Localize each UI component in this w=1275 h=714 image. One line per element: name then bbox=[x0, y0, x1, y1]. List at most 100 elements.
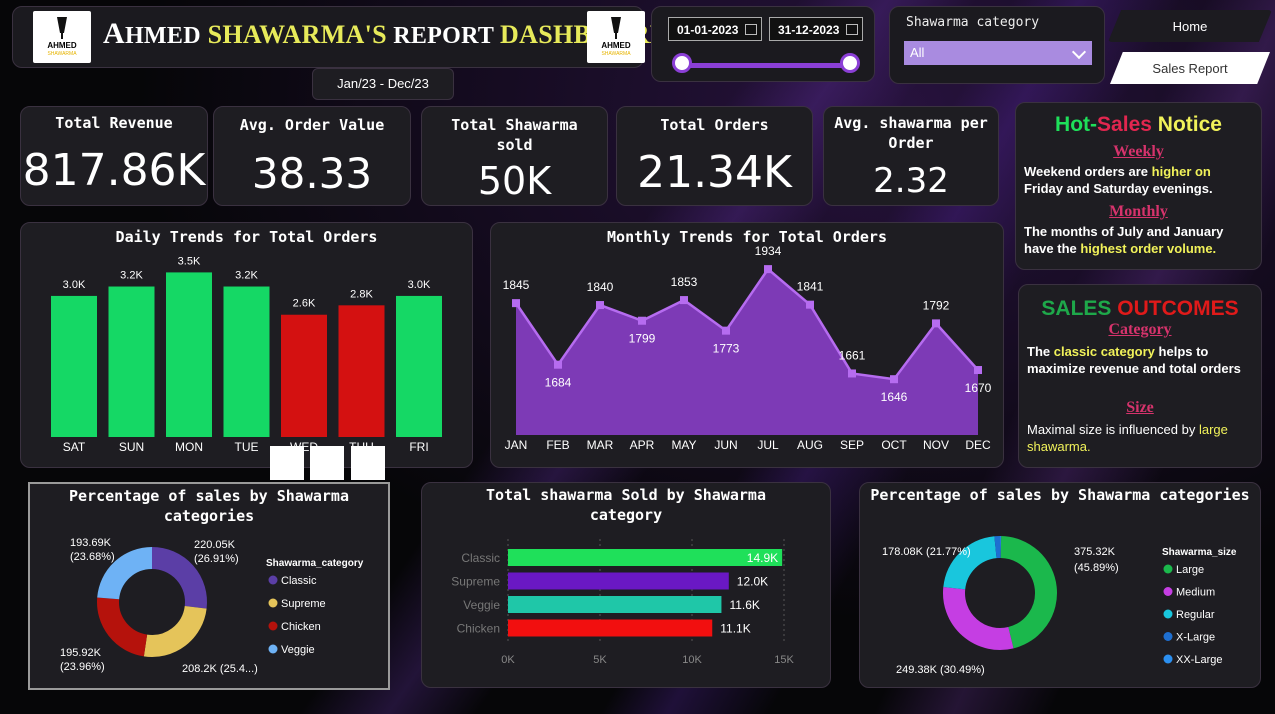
data-point bbox=[680, 296, 688, 305]
slice-chicken bbox=[97, 597, 148, 657]
tick-label: MAR bbox=[587, 438, 614, 452]
bar-tue bbox=[223, 286, 270, 437]
shawarma-spit-icon bbox=[611, 17, 621, 39]
start-date-input[interactable]: 01-01-2023 bbox=[668, 17, 762, 41]
date-range-track[interactable] bbox=[682, 63, 852, 68]
legend-marker bbox=[268, 575, 278, 585]
data-label: 1853 bbox=[671, 275, 698, 289]
legend-label: X-Large bbox=[1176, 632, 1215, 644]
sales-report-button[interactable]: Sales Report bbox=[1110, 52, 1270, 84]
category-slicer: Shawarma category All bbox=[889, 6, 1105, 84]
logo-subtext: SHAWARMA bbox=[601, 51, 631, 57]
data-point bbox=[512, 299, 520, 308]
legend-marker bbox=[1163, 564, 1173, 574]
sales-outcomes: SALES OUTCOMES Category The classic cate… bbox=[1018, 284, 1262, 468]
bar-thu bbox=[338, 305, 385, 437]
date-range-slicer[interactable]: 01-01-2023 31-12-2023 bbox=[651, 6, 875, 82]
legend-marker bbox=[1163, 609, 1173, 619]
category-sold-chart: Total shawarma Sold by Shawarma category… bbox=[421, 482, 831, 688]
legend-label: Medium bbox=[1176, 587, 1215, 599]
data-point bbox=[848, 369, 856, 378]
notice-weekly-label: Weekly bbox=[1113, 143, 1164, 160]
data-label: 1845 bbox=[503, 278, 530, 292]
data-label: 1840 bbox=[587, 280, 614, 294]
data-label: 2.8K bbox=[350, 288, 373, 300]
legend-marker bbox=[268, 644, 278, 654]
kpi-total-revenue: Total Revenue 817.86K bbox=[20, 106, 208, 206]
data-label: 2.6K bbox=[293, 298, 316, 310]
bar-classic bbox=[508, 549, 783, 566]
outcomes-size-text: Maximal size is influenced by large shawa… bbox=[1027, 422, 1228, 454]
slice-supreme bbox=[143, 605, 207, 657]
tick-label: JUL bbox=[757, 438, 779, 452]
category-hbar-svg: 0K 5K 10K 15K Classic 14.9K Supreme 12.0K Veggie… bbox=[451, 539, 794, 666]
data-label: 3.5K bbox=[178, 255, 201, 267]
area-fill bbox=[516, 269, 978, 435]
data-point bbox=[806, 300, 814, 309]
logo-text: AHMED bbox=[47, 41, 77, 50]
tick-label: MAY bbox=[671, 438, 696, 452]
data-point bbox=[554, 360, 562, 369]
legend-label: Veggie bbox=[281, 644, 315, 656]
data-label: 375.32K bbox=[1074, 546, 1116, 558]
monthly-trends-chart: Monthly Trends for Total Orders 1845 JAN 1… bbox=[490, 222, 1004, 468]
bar-fri bbox=[396, 295, 442, 437]
notice-monthly-label: Monthly bbox=[1109, 203, 1168, 220]
data-point bbox=[890, 375, 898, 384]
data-label: 1792 bbox=[923, 298, 950, 312]
data-label: 3.0K bbox=[408, 279, 431, 291]
legend-title: Shawarma_size bbox=[1162, 547, 1237, 558]
slice-classic bbox=[151, 547, 207, 609]
calendar-icon[interactable] bbox=[846, 24, 858, 35]
legend-label: Supreme bbox=[281, 598, 326, 610]
kpi-value: 817.86K bbox=[22, 145, 206, 196]
notice-monthly-text: The months of July and January have the … bbox=[1024, 224, 1224, 256]
end-date-input[interactable]: 31-12-2023 bbox=[769, 17, 863, 41]
bar-sat bbox=[51, 295, 97, 437]
tick-label: NOV bbox=[923, 438, 949, 452]
outcomes-title: SALES OUTCOMES bbox=[1041, 297, 1239, 320]
data-label: 1773 bbox=[713, 342, 740, 356]
data-label: 1670 bbox=[965, 381, 992, 395]
data-label: 1934 bbox=[755, 244, 782, 258]
data-label: 12.0K bbox=[737, 575, 768, 589]
category-dropdown[interactable]: All bbox=[904, 41, 1092, 65]
legend-label: Chicken bbox=[281, 621, 321, 633]
legend-marker bbox=[268, 598, 278, 608]
start-date-handle[interactable] bbox=[672, 53, 692, 73]
size-donut-svg: 375.32K (45.89%) 249.38K (30.49%) 178.08K (… bbox=[882, 536, 1237, 676]
tick-label: MON bbox=[175, 440, 203, 454]
tick-label: JAN bbox=[505, 438, 528, 452]
calendar-icon[interactable] bbox=[745, 24, 757, 35]
legend-marker bbox=[268, 621, 278, 631]
data-label: 3.2K bbox=[120, 270, 143, 282]
tick-label: 0K bbox=[501, 654, 515, 666]
monthly-area-svg: 1845 JAN 1684 FEB 1840 MAR 1799 APR 1853 MAY 1773 J… bbox=[503, 244, 992, 452]
bar-supreme bbox=[508, 572, 729, 590]
data-label: 11.1K bbox=[720, 622, 750, 636]
tick-label: OCT bbox=[881, 438, 907, 452]
data-label: 193.69K bbox=[70, 537, 112, 549]
home-button[interactable]: Home bbox=[1108, 10, 1272, 42]
outcomes-category-label: Category bbox=[1108, 321, 1172, 338]
end-date-handle[interactable] bbox=[840, 53, 860, 73]
slice-medium bbox=[943, 587, 1014, 650]
data-point bbox=[932, 319, 940, 328]
logo-text: AHMED bbox=[601, 41, 631, 50]
data-point bbox=[596, 301, 604, 310]
kpi-avg-shawarma-per-order: Avg. shawarma per Order 2.32 bbox=[823, 106, 999, 206]
tick-label: SAT bbox=[63, 440, 86, 454]
header-banner: AHMED SHAWARMA AHMED SHAWARMA'S REPORT D… bbox=[12, 6, 669, 68]
data-label: 1841 bbox=[797, 280, 824, 294]
category-donut-svg: 220.05K (26.91%) 208.2K (25.4...) 195.92K (2… bbox=[60, 537, 364, 675]
tick-label: Veggie bbox=[463, 598, 500, 612]
data-label: 11.6K bbox=[729, 598, 759, 612]
tick-label: 5K bbox=[593, 654, 607, 666]
kpi-total-orders: Total Orders 21.34K bbox=[616, 106, 813, 206]
kpi-label: Total Revenue bbox=[55, 114, 173, 132]
chevron-down-icon[interactable] bbox=[1071, 44, 1087, 60]
outcomes-size-label: Size bbox=[1126, 399, 1154, 416]
tick-label: 10K bbox=[682, 654, 702, 666]
tick-label: SEP bbox=[840, 438, 864, 452]
data-label: 1646 bbox=[881, 390, 908, 404]
